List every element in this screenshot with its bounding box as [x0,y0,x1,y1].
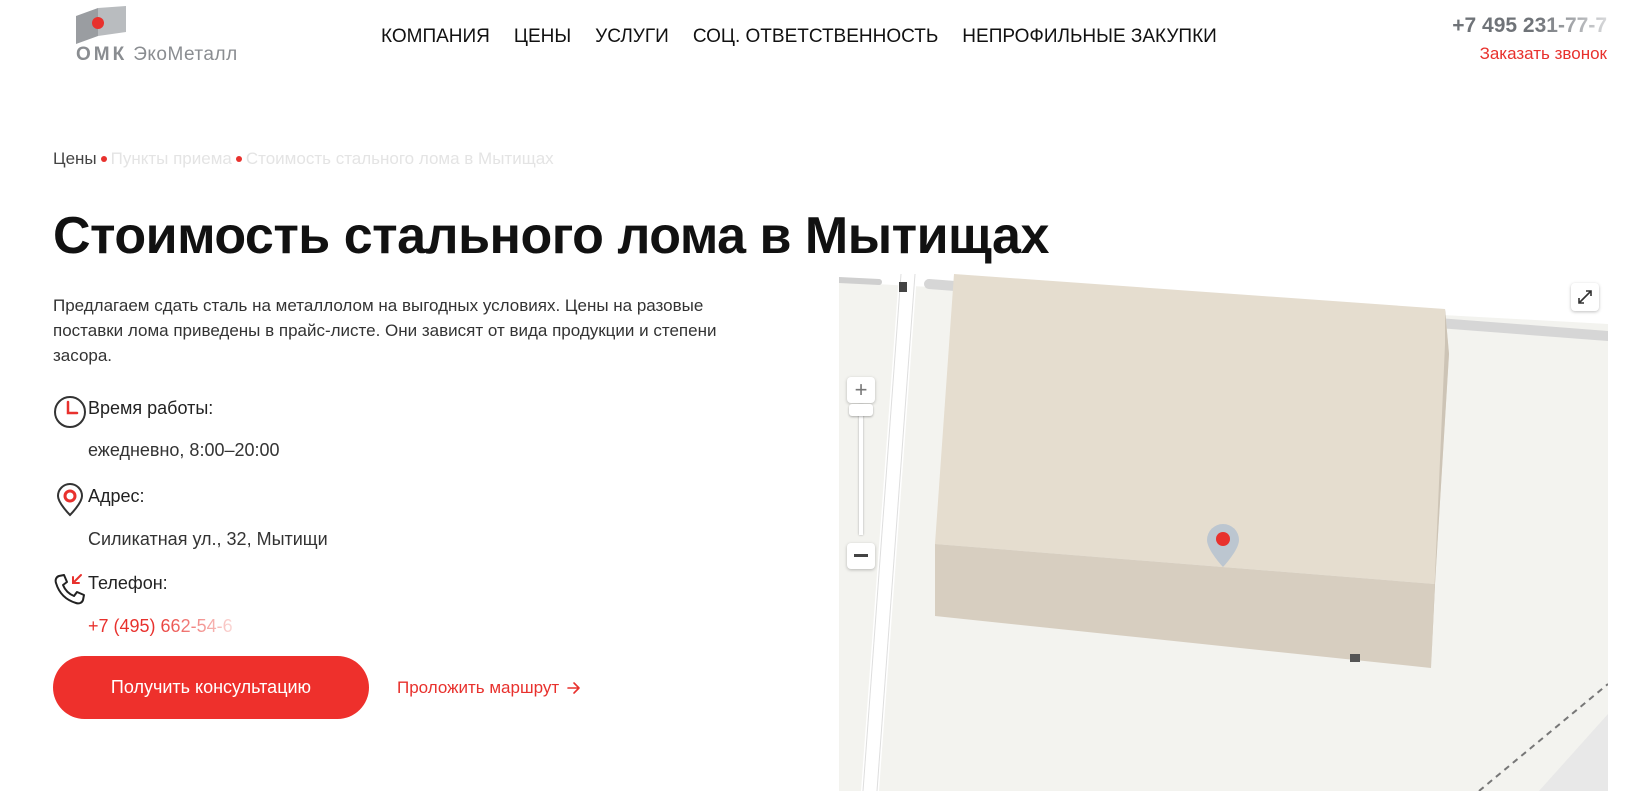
breadcrumb-separator [100,156,107,162]
phone-link[interactable]: +7 (495) 662-54-6 [88,616,233,637]
address-value: Силикатная ул., 32, Мытищи [88,529,328,549]
breadcrumb-separator [235,156,242,162]
breadcrumb-item-collection-points[interactable]: Пункты приема [111,149,232,169]
page-description: Предлагаем сдать сталь на металлолом на … [53,296,717,365]
header-phone[interactable]: +7 495 231-77-7 [1452,14,1607,38]
phone-icon [54,574,85,605]
get-consultation-button[interactable]: Получить консультацию [53,656,369,719]
hours-value: ежедневно, 8:00–20:00 [88,440,280,460]
arrow-right-icon [567,682,580,694]
build-route-link[interactable]: Проложить маршрут [397,678,581,698]
map-zoom-track[interactable] [859,405,863,535]
logo-brand: ОМК [76,44,128,65]
map[interactable]: + [839,274,1608,791]
nav-item-prices[interactable]: ЦЕНЫ [514,26,571,48]
map-zoom-handle[interactable] [849,404,873,416]
phone-label: Телефон: [88,573,168,593]
logo[interactable]: ОМК ЭкоМеталл [76,6,246,66]
nav-item-non-core-purchases[interactable]: НЕПРОФИЛЬНЫЕ ЗАКУПКИ [962,26,1217,48]
map-zoom-out-button[interactable] [847,543,875,569]
address-label: Адрес: [88,486,145,506]
logo-text: ОМК ЭкоМеталл [76,44,238,66]
nav-item-social-responsibility[interactable]: СОЦ. ОТВЕТСТВЕННОСТЬ [693,26,938,48]
nav-item-services[interactable]: УСЛУГИ [595,26,669,48]
map-marker-icon[interactable] [1205,522,1241,568]
map-fullscreen-button[interactable] [1571,283,1599,311]
expand-icon [1578,290,1592,304]
build-route-label: Проложить маршрут [397,678,560,697]
hours-label: Время работы: [88,398,214,418]
minus-icon [854,554,868,557]
page-title: Стоимость стального лома в Мытищах [53,207,1049,265]
breadcrumb-item-current: Стоимость стального лома в Мытищах [245,149,554,168]
main-nav: КОМПАНИЯ ЦЕНЫ УСЛУГИ СОЦ. ОТВЕТСТВЕННОСТ… [381,26,1217,48]
clock-icon [54,396,86,428]
logo-name: ЭкоМеталл [133,44,238,65]
nav-item-company[interactable]: КОМПАНИЯ [381,26,490,48]
breadcrumb-item-prices[interactable]: Цены [53,149,97,169]
logo-mark-icon [76,6,126,44]
callback-link[interactable]: Заказать звонок [1480,44,1607,64]
map-zoom-in-button[interactable]: + [847,377,875,403]
location-pin-icon [56,483,84,517]
breadcrumb: Цены Пункты приема Стоимость стального л… [53,149,554,169]
